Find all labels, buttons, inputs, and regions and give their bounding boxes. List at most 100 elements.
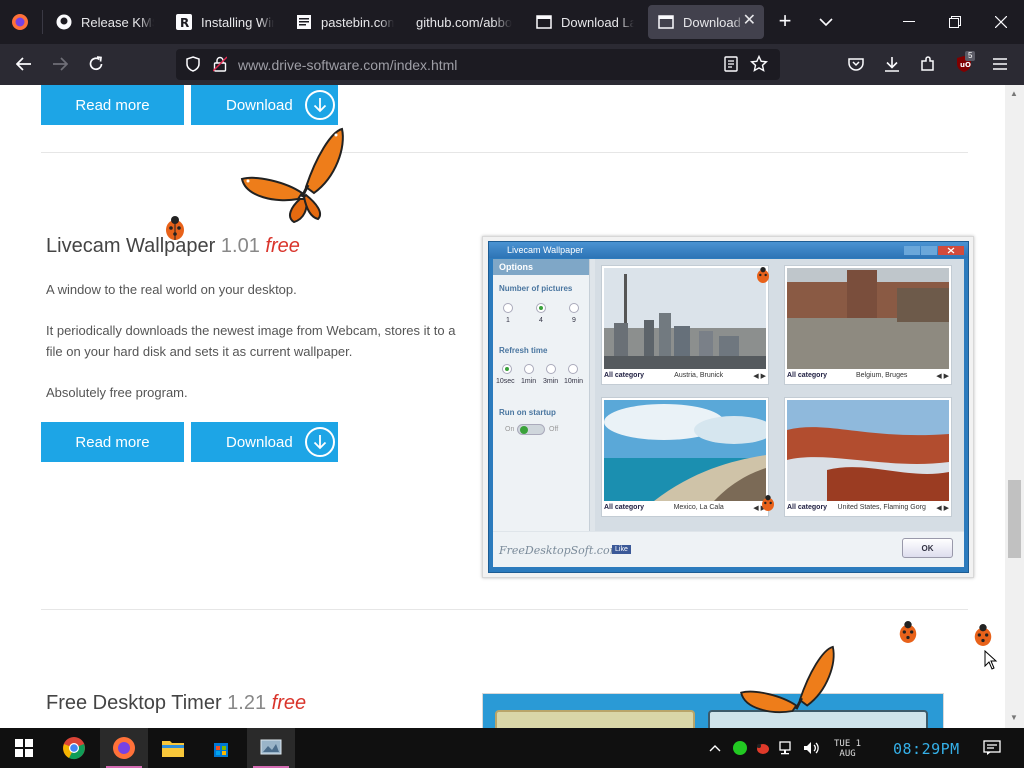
ladybug-tray-icon[interactable] xyxy=(752,728,774,768)
browser-tab-bar: Release KMSp R Installing Win pastebin.c… xyxy=(0,0,1024,44)
pastebin-icon xyxy=(296,14,312,30)
webcam-picture: All category Mexico, La Cala ◀ ▶ xyxy=(601,397,774,517)
radio-3min xyxy=(546,364,556,374)
ublock-shield-icon[interactable]: uO 5 xyxy=(948,48,980,80)
town-square-image xyxy=(787,268,949,369)
scroll-up-arrow-icon[interactable]: ▲ xyxy=(1010,89,1018,98)
url-text[interactable]: www.drive-software.com/index.html xyxy=(238,57,457,73)
webcam-picture: All category United States, Flaming Gorg ◀… xyxy=(784,397,952,517)
download-button-top[interactable]: Download xyxy=(191,85,338,125)
windows-start-icon[interactable] xyxy=(0,728,48,768)
back-button[interactable] xyxy=(8,48,40,80)
app-taskbar-icon[interactable] xyxy=(247,728,295,768)
section-divider xyxy=(41,152,968,153)
page-icon xyxy=(536,14,552,30)
github-icon xyxy=(56,14,72,30)
page-content: Read more Download Livecam Wallpaper 1.0… xyxy=(0,85,1005,728)
butterfly-icon xyxy=(236,127,348,228)
url-bar[interactable]: www.drive-software.com/index.html xyxy=(176,49,780,80)
scroll-down-arrow-icon[interactable]: ▼ xyxy=(1010,713,1018,722)
product-screenshot[interactable]: Livecam Wallpaper Options Number of pict… xyxy=(482,236,974,578)
insecure-lock-icon[interactable] xyxy=(212,56,228,77)
section-divider xyxy=(41,609,968,610)
ladybug-icon xyxy=(972,623,994,652)
tab-pastebin[interactable]: pastebin.com/ xyxy=(286,5,404,39)
browser-nav-bar: www.drive-software.com/index.html uO 5 xyxy=(0,44,1024,85)
menu-hamburger-icon[interactable] xyxy=(984,48,1016,80)
close-window-button[interactable] xyxy=(978,0,1024,44)
extensions-icon[interactable] xyxy=(912,48,944,80)
file-explorer-icon[interactable] xyxy=(149,728,197,768)
notifications-icon[interactable] xyxy=(978,728,1006,768)
forward-button[interactable] xyxy=(44,48,76,80)
webcam-picture: All category Belgium, Bruges ◀ ▶ xyxy=(784,265,952,385)
app-title-bar: Livecam Wallpaper xyxy=(489,242,968,258)
product-title: Livecam Wallpaper 1.01 free xyxy=(46,235,300,257)
options-panel: Options Number of pictures 1 4 9 Refresh… xyxy=(493,259,590,531)
r-site-icon: R xyxy=(176,14,192,30)
page-icon xyxy=(658,14,674,30)
app-footer: FreeDesktopSoft.com Like OK xyxy=(493,532,964,567)
minimize-button[interactable] xyxy=(886,0,932,44)
reader-view-icon[interactable] xyxy=(724,56,738,77)
clock-date[interactable]: TUE 1 AUG xyxy=(834,739,861,759)
product-screenshot[interactable] xyxy=(482,693,944,728)
download-arrow-icon xyxy=(305,427,335,457)
firefox-taskbar-icon[interactable] xyxy=(100,728,148,768)
beach-image xyxy=(604,400,774,501)
tracking-shield-icon[interactable] xyxy=(186,56,200,77)
downloads-icon[interactable] xyxy=(876,48,908,80)
svg-text:R: R xyxy=(180,16,189,30)
tab-download-lad[interactable]: Download Lad xyxy=(526,5,644,39)
app-client-area: Options Number of pictures 1 4 9 Refresh… xyxy=(493,259,964,567)
svg-text:uO: uO xyxy=(960,61,971,69)
read-more-button[interactable]: Read more xyxy=(41,422,184,462)
butterfly-icon xyxy=(735,645,839,728)
radio-1 xyxy=(503,303,513,313)
firefox-menu-icon[interactable] xyxy=(8,10,32,34)
clock-time[interactable]: 08:29PM xyxy=(893,740,960,758)
radio-9 xyxy=(569,303,579,313)
restore-button[interactable] xyxy=(932,0,978,44)
page-scrollbar[interactable]: ▲ ▼ xyxy=(1005,85,1024,728)
tray-overflow-chevron-icon[interactable] xyxy=(704,728,726,768)
product-description: A window to the real world on your deskt… xyxy=(46,282,297,297)
green-tray-app-icon[interactable] xyxy=(728,728,752,768)
pictures-grid: All category Austria, Brunick ◀ ▶ All cate… xyxy=(595,259,964,531)
new-tab-icon[interactable]: + xyxy=(772,10,798,34)
volume-icon[interactable] xyxy=(800,728,824,768)
windows-taskbar: TUE 1 AUG 08:29PM xyxy=(0,728,1024,768)
read-more-button-top[interactable]: Read more xyxy=(41,85,184,125)
download-arrow-icon xyxy=(305,90,335,120)
tab-github-abbo[interactable]: github.com/abbo xyxy=(406,5,524,39)
chrome-icon[interactable] xyxy=(50,728,98,768)
radio-4 xyxy=(536,303,546,313)
tab-download-active[interactable]: Download A ✕ xyxy=(648,5,764,39)
network-icon[interactable] xyxy=(776,728,798,768)
window-controls-icon xyxy=(904,245,964,255)
close-tab-icon[interactable]: ✕ xyxy=(743,13,756,29)
product-title: Free Desktop Timer 1.21 free xyxy=(46,692,307,714)
store-icon[interactable] xyxy=(197,728,245,768)
ladybug-icon xyxy=(760,494,776,517)
download-button[interactable]: Download xyxy=(191,422,338,462)
radio-1min xyxy=(524,364,534,374)
product-description: Absolutely free program. xyxy=(46,385,188,400)
tab-release-kmsp[interactable]: Release KMSp xyxy=(46,5,164,39)
webcam-picture: All category Austria, Brunick ◀ ▶ xyxy=(601,265,769,385)
tab-list-chevron-icon[interactable] xyxy=(814,10,838,34)
pocket-icon[interactable] xyxy=(840,48,872,80)
radio-10min xyxy=(568,364,578,374)
bookmark-star-icon[interactable] xyxy=(749,54,769,78)
startup-toggle xyxy=(517,424,545,435)
product-description: It periodically downloads the newest ima… xyxy=(46,323,456,359)
nav-arrows-icon: ◀ ▶ xyxy=(936,373,949,380)
nav-arrows-icon: ◀ ▶ xyxy=(936,505,949,512)
ladybug-icon xyxy=(755,266,771,289)
extension-badge: 5 xyxy=(965,51,976,61)
reload-button[interactable] xyxy=(80,48,112,80)
ladybug-icon xyxy=(897,620,919,649)
city-skyline-image xyxy=(604,268,766,369)
tab-installing-win[interactable]: R Installing Win xyxy=(166,5,284,39)
scrollbar-thumb[interactable] xyxy=(1008,480,1021,558)
